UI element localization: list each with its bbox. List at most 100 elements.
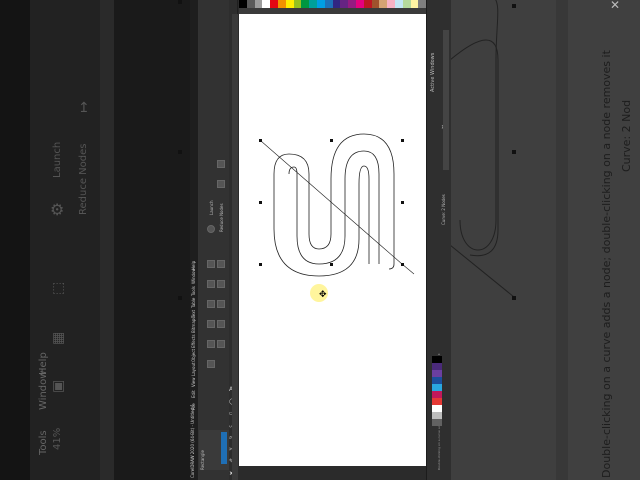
- palette-swatch[interactable]: [432, 384, 442, 391]
- palette-swatch[interactable]: [432, 405, 442, 412]
- elastic-icon[interactable]: [217, 160, 225, 168]
- palette-swatch[interactable]: [316, 0, 325, 8]
- to-line-icon[interactable]: [207, 340, 215, 348]
- bg-square-icon: ▣: [52, 378, 66, 394]
- s-curve-outline[interactable]: [273, 133, 395, 270]
- menu-help[interactable]: Help: [191, 261, 196, 270]
- docker-status: Curve: 2 Nodes: [441, 194, 446, 225]
- docker-title: Active Windows: [430, 52, 436, 92]
- palette-swatch[interactable]: [379, 0, 388, 8]
- symmetric-icon[interactable]: [217, 300, 225, 308]
- palette-swatch[interactable]: [363, 0, 372, 8]
- palette-swatch[interactable]: [262, 0, 271, 8]
- s-curve-inner[interactable]: [288, 150, 380, 265]
- selection-handle[interactable]: [401, 139, 404, 142]
- highlighted-tool[interactable]: [221, 432, 227, 464]
- palette-swatch[interactable]: [246, 0, 255, 8]
- palette-swatch[interactable]: [410, 0, 419, 8]
- palette-swatch[interactable]: [348, 0, 356, 8]
- palette-swatch[interactable]: [285, 0, 294, 8]
- join-nodes-icon[interactable]: [207, 300, 215, 308]
- vertical-ruler: [232, 14, 238, 480]
- menu-bitmaps[interactable]: Bitmaps: [191, 317, 196, 333]
- menu-file[interactable]: File: [191, 403, 196, 410]
- selection-handle[interactable]: [401, 201, 404, 204]
- bg-node-handle: [178, 0, 182, 4]
- property-bar: Rectangle Launch Reduce Nodes: [199, 0, 230, 480]
- selection-handle[interactable]: [330, 263, 333, 266]
- node-delete-icon[interactable]: [207, 280, 215, 288]
- palette-swatch[interactable]: [270, 0, 278, 8]
- menu-layout[interactable]: Layout: [191, 362, 196, 376]
- selection-handle[interactable]: [259, 263, 262, 266]
- background-left-blur: Tools Window Help Launch Reduce Nodes 41…: [0, 0, 190, 480]
- bg-node-handle: [178, 150, 182, 154]
- palette-swatch[interactable]: [432, 356, 442, 363]
- palette-swatch[interactable]: [371, 0, 380, 8]
- palette-swatch[interactable]: [332, 0, 341, 8]
- to-curve-icon[interactable]: [207, 360, 215, 368]
- bg-menu-window: Window: [38, 370, 49, 410]
- align-icon[interactable]: [217, 180, 225, 188]
- smooth-icon[interactable]: [217, 280, 225, 288]
- break-curve-icon[interactable]: [207, 320, 215, 328]
- extend-icon[interactable]: [217, 340, 225, 348]
- node-add-icon[interactable]: [207, 260, 215, 268]
- palette-swatch[interactable]: [432, 377, 442, 384]
- docker-scrollbar[interactable]: [443, 30, 449, 170]
- palette-swatch[interactable]: [293, 0, 302, 8]
- reverse-icon[interactable]: [217, 320, 225, 328]
- palette-swatch[interactable]: [239, 0, 247, 8]
- palette-swatch[interactable]: [432, 398, 442, 405]
- reduce-nodes-label[interactable]: Reduce Nodes: [219, 203, 224, 232]
- bg-arrow-icon: ↥: [78, 100, 90, 116]
- selection-handle[interactable]: [330, 139, 333, 142]
- bg-node-handle: [178, 296, 182, 300]
- palette-swatch[interactable]: [387, 0, 395, 8]
- menu-view[interactable]: View: [191, 378, 196, 388]
- palette-swatch[interactable]: [432, 412, 442, 419]
- bg-status-curve: Curve: 2 Nod: [620, 99, 633, 172]
- palette-swatch[interactable]: [324, 0, 333, 8]
- s-curve-outer[interactable]: [273, 165, 370, 277]
- menu-table[interactable]: Table: [191, 298, 196, 308]
- menu-edit[interactable]: Edit: [191, 390, 196, 398]
- palette-swatch[interactable]: [254, 0, 263, 8]
- canvas-artwork[interactable]: ✥: [239, 14, 426, 466]
- palette-swatch[interactable]: [402, 0, 411, 8]
- menu-window[interactable]: Window: [191, 268, 196, 284]
- palette-swatch[interactable]: [340, 0, 349, 8]
- bg-node-icon: ⬚: [52, 280, 66, 296]
- launch-label[interactable]: Launch: [209, 201, 214, 215]
- bg-node-handle: [512, 150, 516, 154]
- app-title: CorelDRAW 2020 (64-Bit) - Untitled-1: [190, 404, 195, 478]
- palette-swatch[interactable]: [432, 391, 442, 398]
- menu-tools[interactable]: Tools: [191, 286, 196, 296]
- palette-swatch[interactable]: [309, 0, 317, 8]
- selection-handle[interactable]: [401, 263, 404, 266]
- menu-effects[interactable]: Effects: [191, 334, 196, 348]
- palette-swatch[interactable]: [418, 0, 427, 8]
- menu-object[interactable]: Object: [191, 349, 196, 362]
- control-handle-line[interactable]: [260, 140, 403, 265]
- selection-handle[interactable]: [259, 201, 262, 204]
- gear-icon[interactable]: [207, 225, 215, 233]
- palette-swatch[interactable]: [277, 0, 286, 8]
- palette-swatch[interactable]: [301, 0, 310, 8]
- bg-menu-help: Help: [38, 352, 49, 375]
- bg-reduce-nodes-label: Reduce Nodes: [78, 143, 89, 215]
- menu-text[interactable]: Text: [191, 310, 196, 318]
- bg-menu-tools: Tools: [38, 430, 49, 455]
- selection-handle[interactable]: [259, 139, 262, 142]
- palette-swatch[interactable]: [432, 419, 442, 426]
- palette-swatch[interactable]: [394, 0, 403, 8]
- color-palette-top: [239, 0, 427, 8]
- bg-close-icon: ✕: [610, 0, 621, 12]
- palette-swatch[interactable]: [432, 363, 442, 370]
- background-right-blur: Double-clicking on a curve adds a node; …: [450, 0, 640, 480]
- palette-swatch[interactable]: [432, 370, 442, 377]
- bg-node-handle: [512, 296, 516, 300]
- palette-swatch[interactable]: [355, 0, 364, 8]
- selection-label: Rectangle: [200, 450, 205, 470]
- cusp-icon[interactable]: [217, 260, 225, 268]
